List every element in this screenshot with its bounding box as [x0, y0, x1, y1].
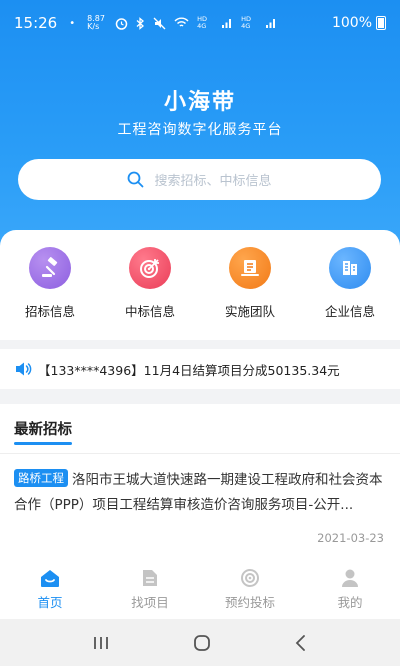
menu-item-bidding-info[interactable]: 招标信息 [0, 230, 100, 340]
menu-label: 中标信息 [124, 304, 175, 319]
menu-item-team[interactable]: 实施团队 [200, 230, 300, 340]
app-subtitle: 工程咨询数字化服务平台 [117, 122, 283, 138]
notice-bar[interactable]: 【133****4396】11月4日结算项目分成50135.34元 [0, 349, 400, 389]
building-icon [329, 247, 371, 289]
network-label-1: HD 4G [197, 15, 208, 30]
battery-indicator: 100% [332, 15, 386, 31]
speaker-icon [16, 362, 32, 376]
tab-home[interactable]: 首页 [0, 556, 100, 619]
bottom-tab-bar: 首页 找项目 预约投标 我的 [0, 556, 400, 619]
target-icon [241, 569, 259, 587]
search-icon [128, 171, 144, 188]
quick-menu: 招标信息 中标信息 实施团队 企业信息 [0, 230, 400, 340]
gavel-icon [29, 247, 71, 289]
target-icon [129, 247, 171, 289]
divider [0, 453, 400, 454]
status-bar: 15:26 • 8.87 K/s HD 4G HD 4G 100% [0, 0, 400, 46]
system-nav-bar [0, 619, 400, 666]
menu-item-company-info[interactable]: 企业信息 [300, 230, 400, 340]
tab-label: 首页 [37, 595, 63, 610]
back-icon[interactable] [293, 634, 309, 652]
status-dot: • [69, 17, 76, 29]
document-icon [143, 570, 157, 586]
list-item[interactable]: 路桥工程 洛阳市王城大道快速路一期建设工程政府和社会资本合作（PPP）项目工程结算… [14, 468, 386, 518]
tab-mine[interactable]: 我的 [300, 556, 400, 619]
battery-icon [376, 16, 386, 30]
signal-icon [222, 19, 232, 28]
signal-icon [266, 19, 276, 28]
tab-find-project[interactable]: 找项目 [100, 556, 200, 619]
section-underline [14, 442, 72, 445]
section-title: 最新招标 [14, 422, 72, 438]
item-title: 洛阳市王城大道快速路一期建设工程政府和社会资本合作（PPP）项目工程结算审核造价… [14, 472, 383, 513]
menu-label: 实施团队 [224, 304, 275, 319]
menu-label: 招标信息 [24, 304, 75, 319]
item-date: 2021-03-23 [317, 531, 384, 545]
tab-booking-bid[interactable]: 预约投标 [200, 556, 300, 619]
status-time: 15:26 [14, 14, 58, 32]
app-title: 小海带 [163, 90, 236, 115]
search-placeholder: 搜索招标、中标信息 [154, 174, 272, 189]
network-speed: 8.87 K/s [87, 14, 105, 31]
bluetooth-icon [136, 16, 145, 30]
network-label-2: HD 4G [241, 15, 252, 30]
menu-item-winning-info[interactable]: 中标信息 [100, 230, 200, 340]
tab-label: 找项目 [131, 595, 169, 610]
latest-bids-section: 最新招标 路桥工程 洛阳市王城大道快速路一期建设工程政府和社会资本合作（PPP）项… [0, 404, 400, 556]
menu-label: 企业信息 [324, 304, 375, 319]
home-circle-icon[interactable] [192, 633, 212, 653]
tab-label: 预约投标 [224, 595, 275, 610]
search-bar[interactable]: 搜索招标、中标信息 [18, 159, 381, 200]
notice-text: 【133****4396】11月4日结算项目分成50135.34元 [38, 362, 340, 378]
person-icon [342, 569, 358, 587]
team-book-icon [229, 247, 271, 289]
status-icons: 8.87 K/s HD 4G HD 4G [87, 15, 277, 31]
category-tag: 路桥工程 [14, 469, 68, 487]
home-icon [41, 570, 59, 587]
battery-percent: 100% [331, 15, 372, 31]
alarm-icon [115, 17, 128, 30]
recent-apps-icon[interactable] [91, 635, 111, 651]
wifi-icon [174, 17, 189, 27]
mute-icon [153, 17, 166, 29]
tab-label: 我的 [337, 595, 363, 610]
